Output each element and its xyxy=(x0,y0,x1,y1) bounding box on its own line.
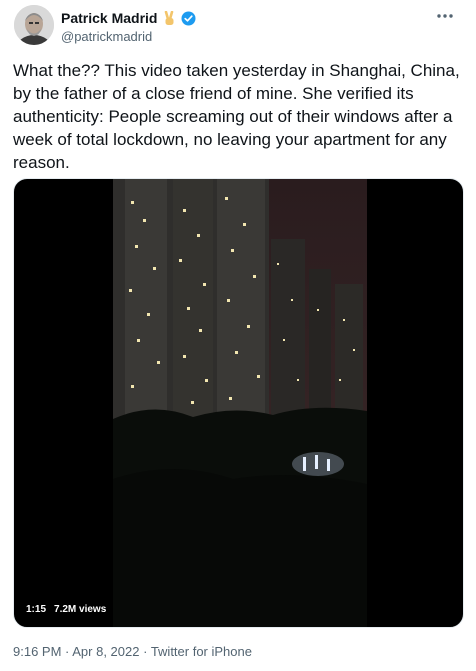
tweet-text: What the?? This video taken yesterday in… xyxy=(13,61,460,172)
tweet-time[interactable]: 9:16 PM xyxy=(13,644,61,659)
video-duration: 1:15 xyxy=(26,604,47,615)
tweet-source[interactable]: Twitter for iPhone xyxy=(151,644,252,659)
tweet-header: Patrick Madrid @patrickmadrid xyxy=(0,0,476,56)
author-handle[interactable]: @patrickmadrid xyxy=(61,30,196,44)
video-views: 7.2M views xyxy=(54,604,107,615)
tweet-meta: 9:16 PM · Apr 8, 2022 · Twitter for iPho… xyxy=(13,644,252,660)
author-display-name[interactable]: Patrick Madrid xyxy=(61,10,157,26)
author-names: Patrick Madrid @patrickmadrid xyxy=(61,10,196,44)
video-info: 1:15 7.2M views xyxy=(26,604,106,615)
tweet-date[interactable]: Apr 8, 2022 xyxy=(72,644,139,659)
meta-separator-1: · xyxy=(61,644,73,659)
video-player[interactable]: 1:15 7.2M views xyxy=(13,178,464,628)
victory-hand-emoji-icon xyxy=(162,10,177,26)
avatar[interactable] xyxy=(14,5,54,45)
meta-separator-2: · xyxy=(139,644,151,659)
video-frame xyxy=(113,179,367,627)
verified-badge-icon xyxy=(181,11,196,26)
more-options-icon[interactable] xyxy=(433,6,457,26)
